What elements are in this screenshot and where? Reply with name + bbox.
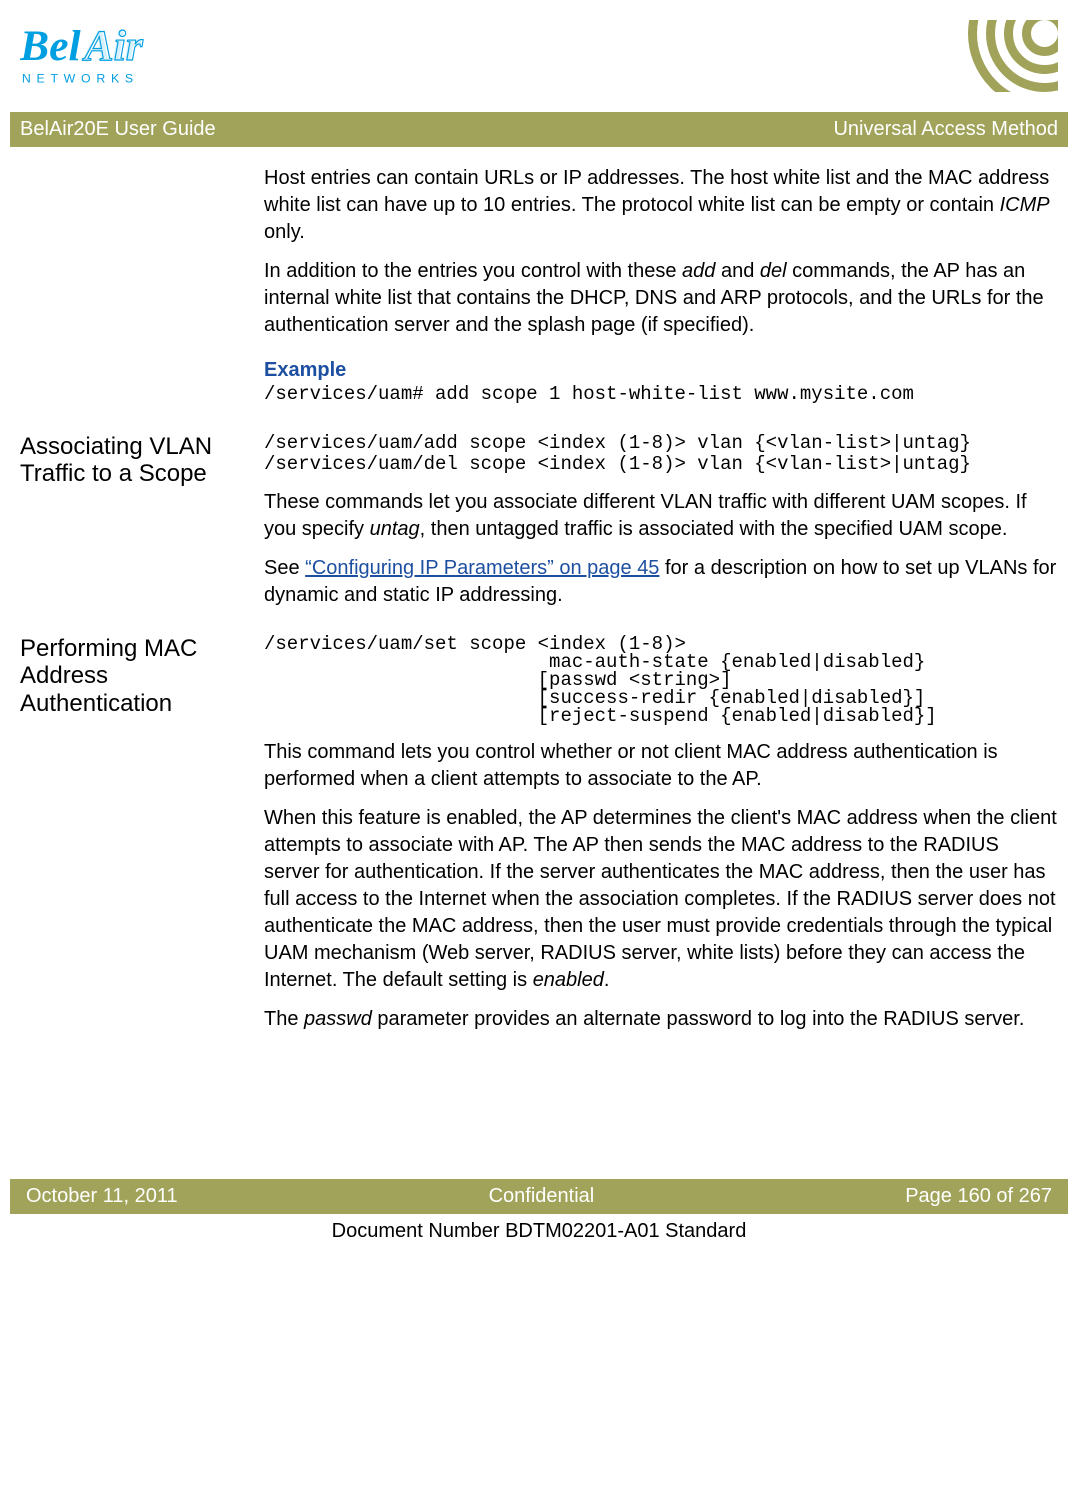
footer-date: October 11, 2011 (26, 1183, 178, 1210)
footer-confidential: Confidential (489, 1183, 595, 1210)
vlan-code: /services/uam/add scope <index (1-8)> vl… (264, 433, 1058, 475)
mac-code: /services/uam/set scope <index (1-8)> ma… (264, 635, 1058, 725)
mac-p1: This command lets you control whether or… (264, 739, 1058, 793)
footer-page: Page 160 of 267 (905, 1183, 1052, 1210)
heading-vlan: Associating VLAN Traffic to a Scope (20, 433, 250, 488)
heading-mac: Performing MAC Address Authentication (20, 635, 250, 718)
header-bar: BelAir20E User Guide Universal Access Me… (10, 112, 1068, 147)
mac-p3: The passwd parameter provides an alterna… (264, 1006, 1058, 1033)
mac-p2: When this feature is enabled, the AP det… (264, 805, 1058, 994)
example-code: /services/uam# add scope 1 host-white-li… (264, 384, 1058, 405)
logo-text-bel: Bel (20, 22, 82, 70)
logo-belair: Bel Air Air NETWORKS (20, 20, 210, 104)
intro-p2: In addition to the entries you control w… (264, 258, 1058, 339)
header-left: BelAir20E User Guide (20, 116, 216, 143)
link-configuring-ip[interactable]: “Configuring IP Parameters” on page 45 (305, 557, 659, 579)
doc-number: Document Number BDTM02201-A01 Standard (20, 1214, 1058, 1245)
vlan-p1: These commands let you associate differe… (264, 489, 1058, 543)
vlan-p2: See “Configuring IP Parameters” on page … (264, 555, 1058, 609)
example-heading: Example (264, 357, 1058, 384)
swirl-icon (968, 20, 1058, 100)
svg-text:Air: Air (80, 22, 142, 70)
footer-bar: October 11, 2011 Confidential Page 160 o… (10, 1179, 1068, 1214)
intro-p1: Host entries can contain URLs or IP addr… (264, 165, 1058, 246)
header-right: Universal Access Method (833, 116, 1058, 143)
logo-networks-text: NETWORKS (22, 72, 139, 86)
